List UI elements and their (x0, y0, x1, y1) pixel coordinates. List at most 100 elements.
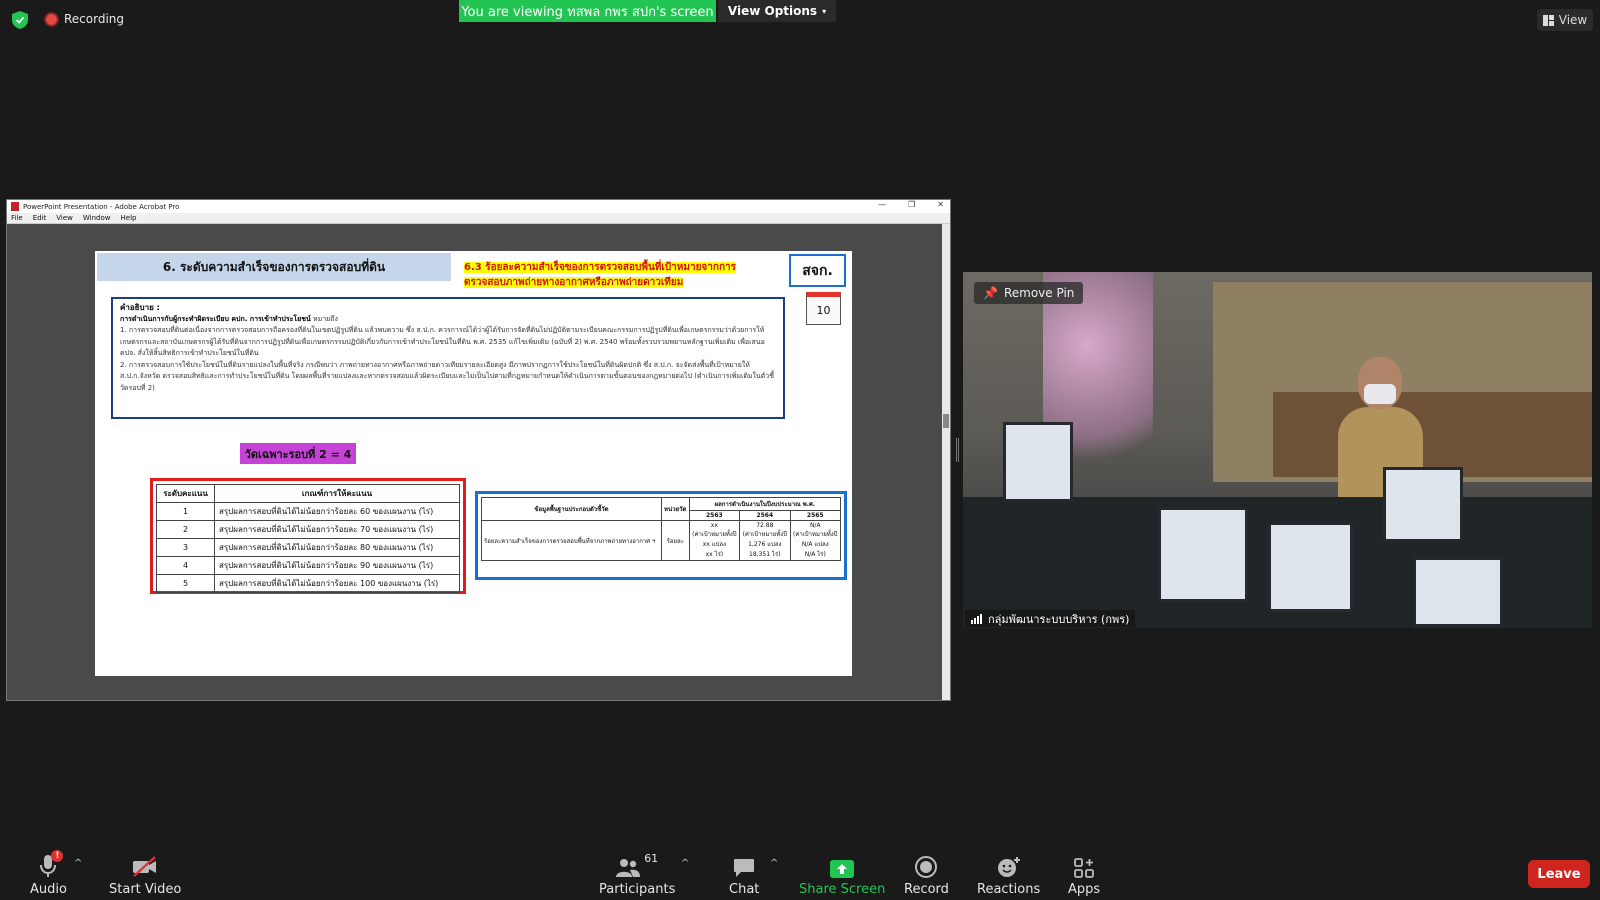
audio-button[interactable]: ! Audio (30, 850, 67, 897)
share-screen-label: Share Screen (799, 882, 886, 897)
apps-button[interactable]: Apps (1068, 852, 1100, 897)
audio-label: Audio (30, 882, 67, 897)
result-cell-2563: xx (ค่าเป้าหมายทั้งปี xx แปลง xx ไร่) (688, 520, 741, 561)
participant-name-tag: กลุ่มพัฒนาระบบบริหาร (กพร) (965, 610, 1136, 627)
reactions-button[interactable]: Reactions (977, 852, 1040, 897)
calendar-number: 10 (816, 304, 831, 317)
desc-paragraph-2: 2. การตรวจสอบการใช้ประโยชน์ในที่ดินรายแป… (120, 360, 774, 392)
menu-view[interactable]: View (56, 214, 73, 222)
result-header-results: ผลการดำเนินงานในปีงบประมาณ พ.ศ. (688, 497, 842, 511)
score-header-criteria: เกณฑ์การให้คะแนน (214, 484, 460, 503)
desc-subheading: การดำเนินการกับผู้กระทำผิดระเบียบ คปก. ก… (120, 314, 311, 323)
share-screen-button[interactable]: Share Screen (799, 852, 885, 897)
participants-icon (616, 859, 641, 877)
score-criteria: สรุปผลการสอบที่ดินได้ไม่น้อยกว่าร้อยละ 9… (214, 556, 460, 575)
result-indicator: ร้อยละความสำเร็จของการตรวจสอบพื้นที่จากภ… (481, 520, 662, 561)
record-label: Record (904, 882, 949, 897)
result-value: 72.88 (756, 522, 774, 529)
result-year: 2564 (739, 510, 791, 521)
start-video-label: Start Video (109, 882, 182, 897)
slide-title: 6. ระดับความสำเร็จของการตรวจสอบที่ดิน (97, 253, 451, 281)
acrobat-scrollbar[interactable] (942, 224, 950, 700)
acrobat-title: PowerPoint Presentation - Adobe Acrobat … (23, 202, 180, 211)
score-level: 3 (156, 538, 215, 557)
chevron-down-icon: ▾ (822, 6, 827, 16)
result-value: xx (710, 522, 718, 529)
participants-button[interactable]: 61 Participants (599, 852, 675, 897)
participants-label: Participants (599, 882, 676, 897)
score-criteria: สรุปผลการสอบที่ดินได้ไม่น้อยกว่าร้อยละ 1… (214, 574, 460, 593)
menu-help[interactable]: Help (121, 214, 137, 222)
security-shield-icon[interactable] (12, 11, 28, 29)
score-level: 1 (156, 502, 215, 521)
score-criteria: สรุปผลการสอบที่ดินได้ไม่น้อยกว่าร้อยละ 7… (214, 520, 460, 539)
result-year: 2565 (789, 510, 842, 521)
shared-screen-acrobat-window: PowerPoint Presentation - Adobe Acrobat … (6, 199, 951, 701)
participant-video[interactable] (963, 272, 1592, 628)
menu-file[interactable]: File (11, 214, 23, 222)
score-level: 4 (156, 556, 215, 575)
record-icon (915, 856, 938, 878)
result-note: 1,276 แปลง (748, 541, 782, 548)
share-screen-icon (830, 860, 855, 878)
menu-window[interactable]: Window (83, 214, 111, 222)
score-level: 2 (156, 520, 215, 539)
chat-caret-icon[interactable]: ^ (770, 858, 778, 869)
table-row: ร้อยละความสำเร็จของการตรวจสอบพื้นที่จากภ… (481, 520, 842, 561)
close-icon[interactable]: ✕ (937, 200, 944, 209)
score-level: 5 (156, 574, 215, 593)
chat-button[interactable]: Chat (729, 852, 759, 897)
apps-icon (1074, 858, 1094, 878)
apps-label: Apps (1068, 882, 1101, 897)
table-row: 5 สรุปผลการสอบที่ดินได้ไม่น้อยกว่าร้อยละ … (156, 574, 460, 593)
score-criteria: สรุปผลการสอบที่ดินได้ไม่น้อยกว่าร้อยละ 8… (214, 538, 460, 557)
round-label: วัดเฉพาะรอบที่ 2 = 4 (240, 443, 356, 464)
result-table: ข้อมูลพื้นฐานประกอบตัวชี้วัด หน่วยวัด ผล… (481, 497, 842, 561)
table-row: 1 สรุปผลการสอบที่ดินได้ไม่น้อยกว่าร้อยละ … (156, 502, 460, 521)
menu-edit[interactable]: Edit (33, 214, 47, 222)
pdf-icon (11, 202, 19, 211)
participant-name: กลุ่มพัฒนาระบบบริหาร (กพร) (988, 612, 1130, 626)
description-box: คำอธิบาย : การดำเนินการกับผู้กระทำผิดระเ… (111, 297, 785, 419)
desc-heading: คำอธิบาย : (120, 303, 160, 312)
view-button[interactable]: View (1537, 9, 1593, 31)
recording-label: Recording (64, 12, 125, 26)
audio-caret-icon[interactable]: ^ (74, 858, 82, 869)
result-header-indicator: ข้อมูลพื้นฐานประกอบตัวชี้วัด (481, 497, 662, 521)
video-monitor (1268, 522, 1353, 612)
result-note: 18,351 ไร่) (749, 551, 781, 558)
restore-icon[interactable]: ❐ (908, 200, 915, 209)
table-row: 4 สรุปผลการสอบที่ดินได้ไม่น้อยกว่าร้อยละ … (156, 556, 460, 575)
video-off-icon (133, 856, 157, 877)
chat-icon (734, 859, 755, 877)
video-monitor (1003, 422, 1073, 502)
minimize-icon[interactable]: — (878, 200, 886, 209)
start-video-button[interactable]: Start Video (109, 852, 181, 897)
result-note: xx ไร่) (705, 551, 724, 558)
result-note: xx แปลง (702, 541, 726, 548)
result-table-box: ข้อมูลพื้นฐานประกอบตัวชี้วัด หน่วยวัด ผล… (475, 491, 847, 580)
remove-pin-button[interactable]: 📌 Remove Pin (974, 282, 1084, 304)
scrollbar-thumb[interactable] (943, 414, 949, 428)
org-badge: สจก. (789, 254, 846, 287)
view-label: View (1558, 13, 1588, 27)
recording-indicator[interactable]: Recording (46, 12, 124, 26)
grid-view-icon (1542, 14, 1554, 26)
view-options-button[interactable]: View Options ▾ (718, 0, 836, 22)
result-header-unit: หน่วยวัด (660, 497, 690, 521)
desc-paragraph-1: 1. การตรวจสอบที่ดินต่อเนื่องจากการตรวจสอ… (120, 326, 765, 357)
record-button[interactable]: Record (904, 852, 949, 897)
result-note: (ค่าเป้าหมายทั้งปี (793, 531, 838, 538)
leave-button[interactable]: Leave (1528, 860, 1590, 888)
desc-subheading-tail: หมายถึง (313, 314, 338, 323)
remove-pin-label: Remove Pin (1003, 286, 1075, 300)
participants-caret-icon[interactable]: ^ (681, 858, 689, 869)
score-criteria: สรุปผลการสอบที่ดินได้ไม่น้อยกว่าร้อยละ 6… (214, 502, 460, 521)
panel-resize-handle[interactable] (956, 438, 959, 462)
table-row: 3 สรุปผลการสอบที่ดินได้ไม่น้อยกว่าร้อยละ … (156, 538, 460, 557)
result-note: (ค่าเป้าหมายทั้งปี (692, 531, 737, 538)
score-header-level: ระดับคะแนน (156, 484, 215, 503)
pin-icon: 📌 (983, 286, 998, 300)
reactions-label: Reactions (977, 882, 1041, 897)
video-monitor (1383, 467, 1463, 542)
